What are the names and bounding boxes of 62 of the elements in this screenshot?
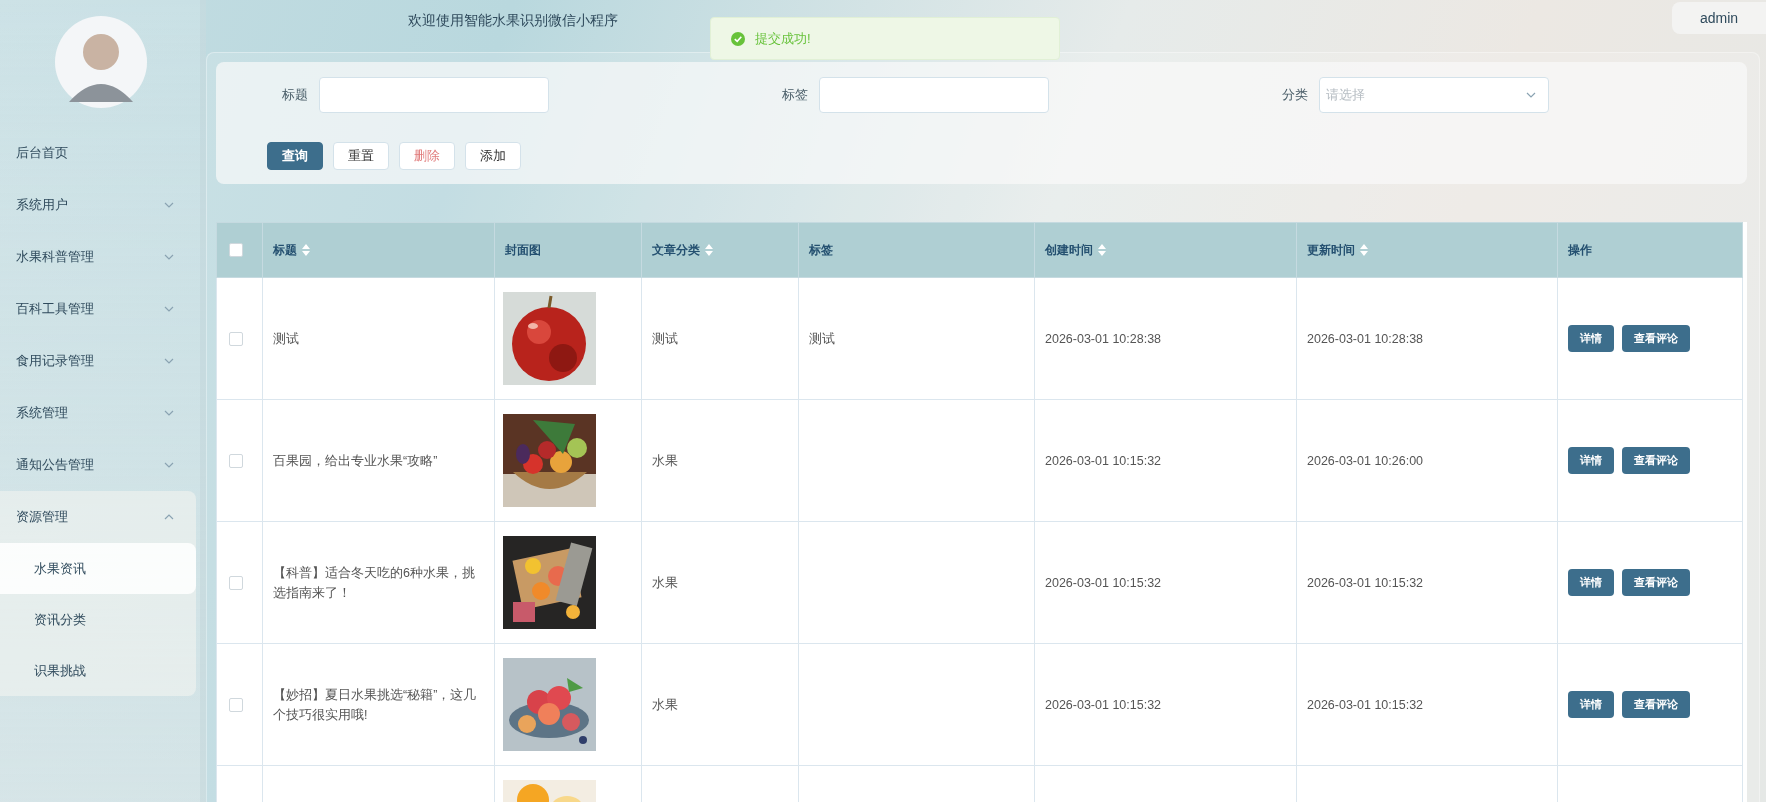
table-cell: 水果 <box>652 697 678 712</box>
submenu-item[interactable]: 水果资讯 <box>0 543 196 594</box>
button[interactable]: 添加 <box>465 142 521 170</box>
menu-item[interactable]: 百科工具管理 <box>0 283 196 335</box>
table-cell: 2026-03-01 10:15:32 <box>1045 697 1162 712</box>
button[interactable]: 删除 <box>399 142 455 170</box>
action-button[interactable]: 详情 <box>1568 691 1614 718</box>
button[interactable]: 查询 <box>267 142 323 170</box>
action-button[interactable]: 查看评论 <box>1622 569 1690 596</box>
table-cell: 测试 <box>273 331 299 346</box>
menu-item[interactable]: 食用记录管理 <box>0 335 196 387</box>
column-header[interactable]: 文章分类 <box>641 222 799 278</box>
page-title: 欢迎使用智能水果识别微信小程序 <box>408 12 618 30</box>
column-header[interactable]: 创建时间 <box>1034 222 1297 278</box>
table-cell: 2026-03-01 10:15:32 <box>1307 575 1424 590</box>
table-cell: 2026-03-01 10:28:38 <box>1307 331 1424 346</box>
table-cell: 2026-03-01 10:26:00 <box>1307 453 1424 468</box>
field-label: 标题 <box>281 86 308 104</box>
input-field[interactable] <box>819 77 1049 113</box>
menu-item[interactable]: 通知公告管理 <box>0 439 196 491</box>
table-cell: 【妙招】夏日水果挑选“秘籍”，这几个技巧很实用哦! <box>273 687 477 722</box>
column-header: 操作 <box>1557 222 1743 278</box>
check-circle-icon <box>731 31 745 46</box>
button[interactable]: 重置 <box>333 142 389 170</box>
column-header: 封面图 <box>494 222 642 278</box>
menu-item[interactable]: 后台首页 <box>0 127 196 179</box>
table-cell: 2026-03-01 10:15:32 <box>1045 575 1162 590</box>
menu-item[interactable]: 水果科普管理 <box>0 231 196 283</box>
action-button[interactable]: 详情 <box>1568 325 1614 352</box>
table-cell: 2026-03-01 10:28:38 <box>1045 331 1162 346</box>
table-cell: 水果 <box>652 575 678 590</box>
column-header: 标签 <box>798 222 1035 278</box>
action-button[interactable]: 查看评论 <box>1622 447 1690 474</box>
table-cell: 测试 <box>809 331 835 346</box>
column-header[interactable]: 更新时间 <box>1296 222 1558 278</box>
action-button[interactable]: 详情 <box>1568 569 1614 596</box>
column-header[interactable]: 标题 <box>262 222 495 278</box>
table-cell: 水果 <box>652 453 678 468</box>
chevron-down-icon <box>1526 92 1536 98</box>
field-label: 标签 <box>781 86 808 104</box>
user-menu[interactable]: admin <box>1672 2 1766 34</box>
checkbox[interactable] <box>229 243 243 257</box>
action-button[interactable]: 详情 <box>1568 447 1614 474</box>
table-cell: 测试 <box>652 331 678 346</box>
menu-item[interactable]: 资源管理 <box>0 491 196 543</box>
checkbox[interactable] <box>229 575 243 590</box>
checkbox[interactable] <box>229 453 243 468</box>
checkbox[interactable] <box>229 331 243 346</box>
table-cell: 百果园，给出专业水果“攻略” <box>273 453 438 468</box>
table-cell: 2026-03-01 10:15:32 <box>1045 453 1162 468</box>
menu-item[interactable]: 系统用户 <box>0 179 196 231</box>
field-label: 分类 <box>1281 86 1308 104</box>
table-cell: 【科普】适合冬天吃的6种水果，挑选指南来了！ <box>273 565 475 600</box>
action-button[interactable]: 查看评论 <box>1622 691 1690 718</box>
menu-item[interactable]: 系统管理 <box>0 387 196 439</box>
action-button[interactable]: 查看评论 <box>1622 325 1690 352</box>
toast-message: 提交成功! <box>710 17 1060 60</box>
table-cell: 2026-03-01 10:15:32 <box>1307 697 1424 712</box>
submenu-item[interactable]: 识果挑战 <box>0 645 196 696</box>
checkbox[interactable] <box>229 697 243 712</box>
input-field[interactable] <box>319 77 549 113</box>
submenu-item[interactable]: 资讯分类 <box>0 594 196 645</box>
